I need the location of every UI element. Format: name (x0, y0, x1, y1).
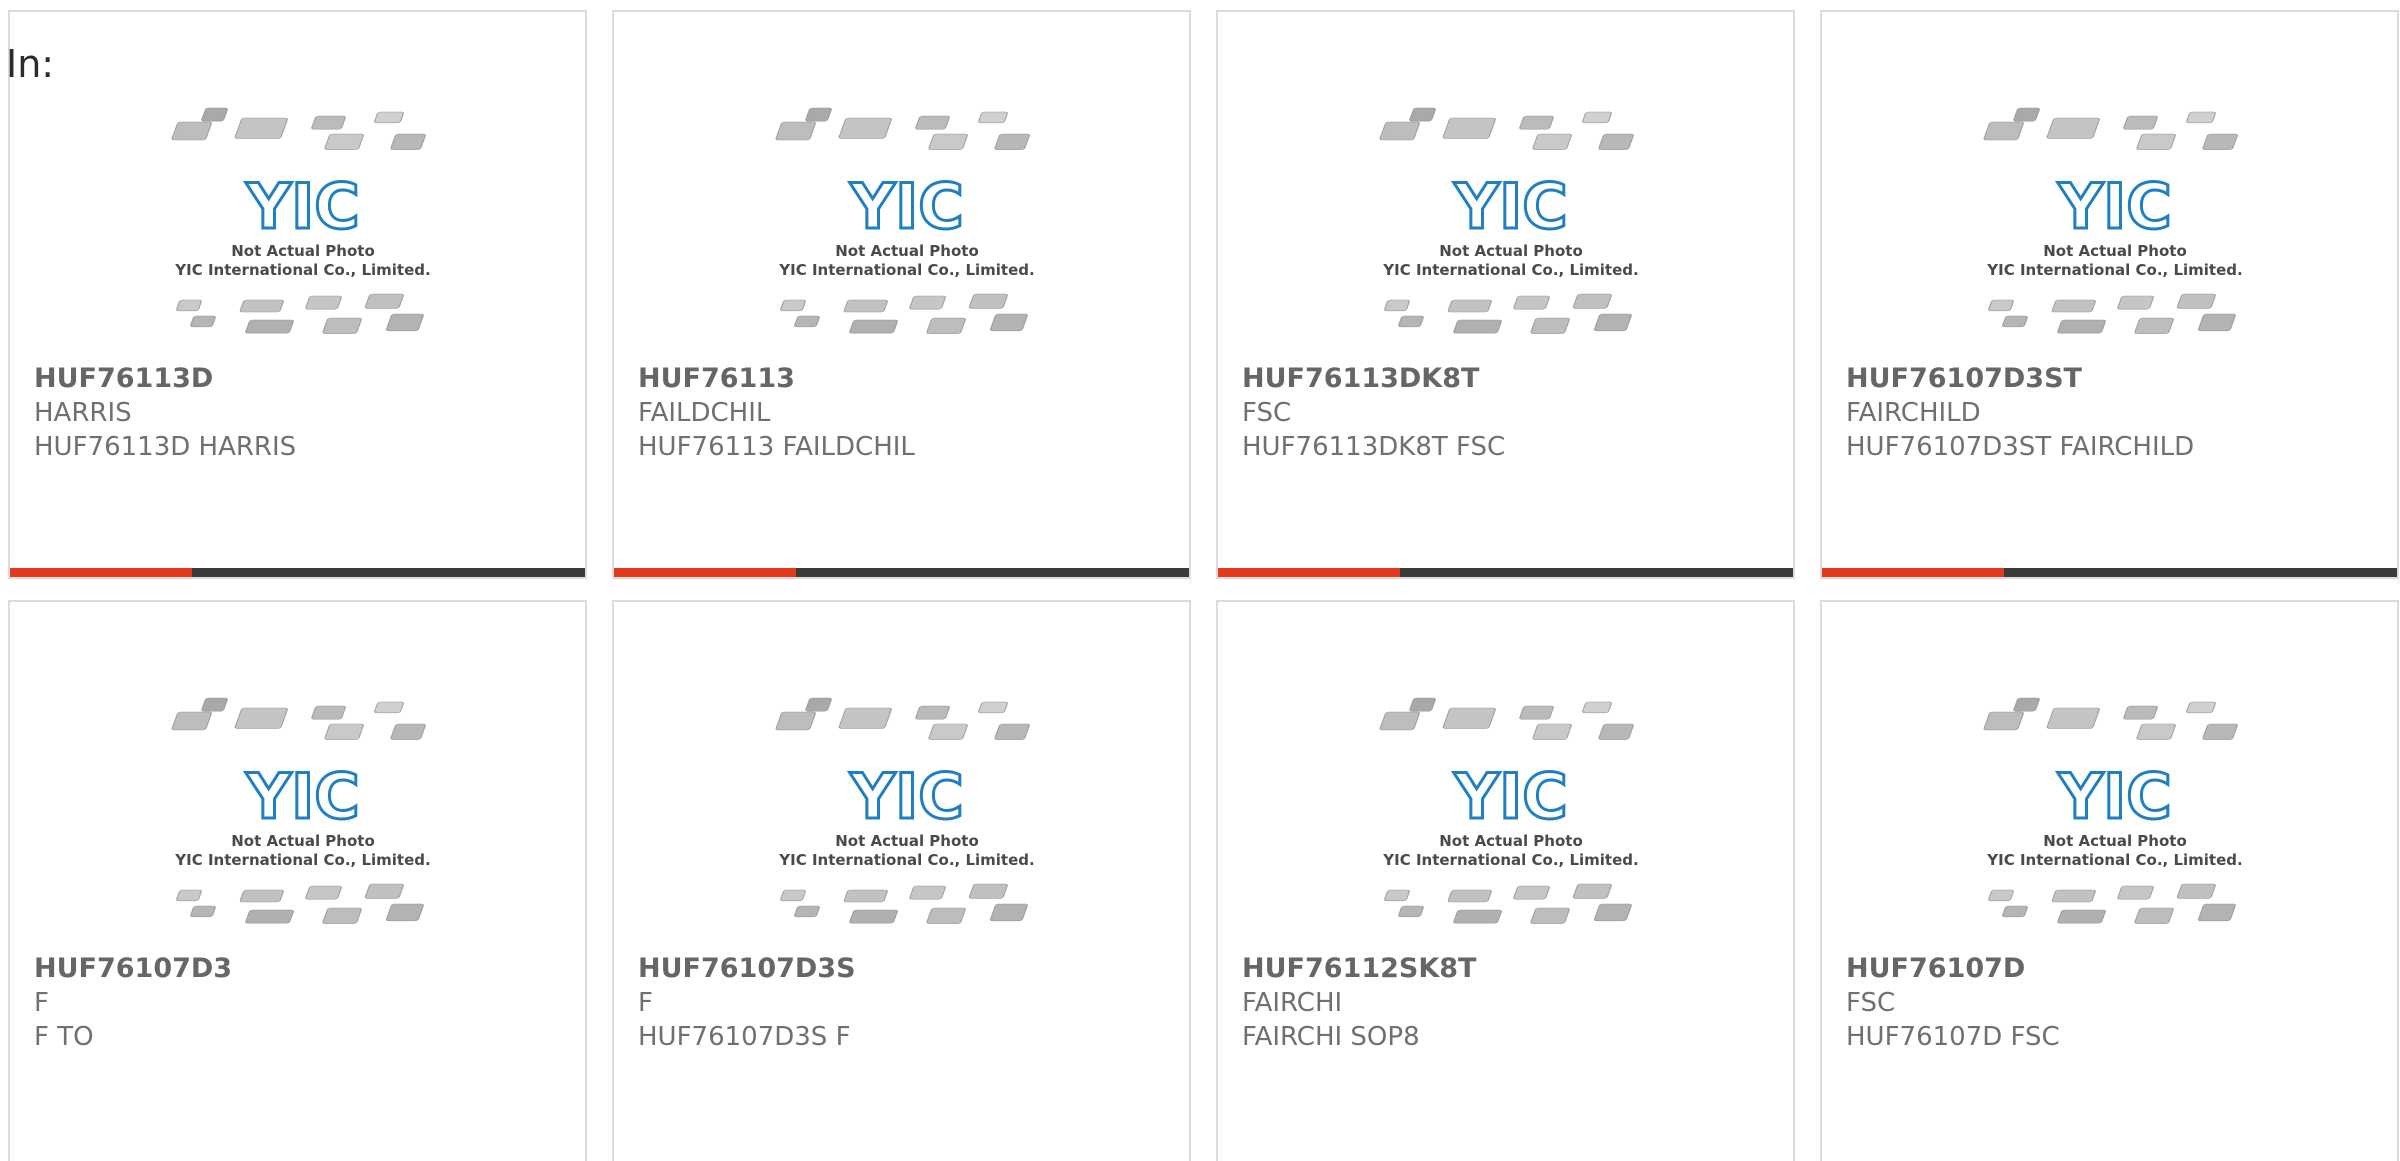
placeholder-graphic: YICNot Actual PhotoYIC International Co.… (1379, 107, 1639, 334)
placeholder-company: YIC International Co., Limited. (1986, 261, 2242, 279)
product-manufacturer: F (34, 988, 49, 1018)
product-manufacturer: FAIRCHI (1242, 988, 1343, 1018)
product-part-number[interactable]: HUF76107D3ST (1846, 362, 2376, 396)
placeholder-caption: Not Actual Photo (231, 242, 375, 260)
product-card[interactable]: YIC Not Actual Photo YIC International Co.… (1820, 600, 2399, 1161)
product-part-number[interactable]: HUF76107D (1846, 952, 2376, 986)
product-description: HUF76107D3ST FAIRCHILD (1846, 432, 2195, 462)
product-manufacturer: F (638, 988, 653, 1018)
product-placeholder-image[interactable]: YIC Not Actual Photo YIC International Co.… (1378, 104, 1644, 350)
product-manufacturer: FSC (1242, 398, 1292, 428)
product-description: HUF76107D FSC (1846, 1022, 2060, 1052)
product-placeholder-image[interactable]: YIC Not Actual Photo YIC International Co.… (1982, 104, 2248, 350)
placeholder-caption: Not Actual Photo (835, 832, 979, 850)
card-footer-bar (10, 568, 585, 577)
product-card[interactable]: YIC Not Actual Photo YIC International Co.… (1820, 10, 2399, 579)
placeholder-graphic: YICNot Actual PhotoYIC International Co.… (775, 697, 1035, 924)
yic-logo: YIC (2057, 170, 2171, 243)
card-footer-accent (1822, 568, 2004, 577)
card-footer-bar (614, 568, 1189, 577)
card-footer-accent (1218, 568, 1400, 577)
product-manufacturer: FAIRCHILD (1846, 398, 1981, 428)
product-manufacturer: FAILDCHIL (638, 398, 771, 428)
placeholder-caption: Not Actual Photo (2043, 832, 2187, 850)
product-card[interactable]: YIC Not Actual Photo YIC International Co.… (612, 10, 1191, 579)
product-part-number[interactable]: HUF76113 (638, 362, 1168, 396)
yic-logo: YIC (1453, 170, 1567, 243)
placeholder-caption: Not Actual Photo (231, 832, 375, 850)
product-manufacturer: FSC (1846, 988, 1896, 1018)
yic-logo: YIC (2057, 760, 2171, 833)
product-description: F TO (34, 1022, 94, 1052)
placeholder-company: YIC International Co., Limited. (174, 261, 430, 279)
product-card[interactable]: YIC Not Actual Photo YIC International Co.… (1216, 10, 1795, 579)
placeholder-caption: Not Actual Photo (1439, 832, 1583, 850)
yic-logo: YIC (245, 170, 359, 243)
product-placeholder-image[interactable]: YIC Not Actual Photo YIC International Co.… (1982, 694, 2248, 940)
product-placeholder-image[interactable]: YIC Not Actual Photo YIC International Co.… (170, 104, 436, 350)
product-description: HUF76107D3S F (638, 1022, 851, 1052)
product-placeholder-image[interactable]: YIC Not Actual Photo YIC International Co.… (1378, 694, 1644, 940)
placeholder-company: YIC International Co., Limited. (1382, 851, 1638, 869)
product-description: FAIRCHI SOP8 (1242, 1022, 1420, 1052)
yic-logo: YIC (245, 760, 359, 833)
placeholder-company: YIC International Co., Limited. (174, 851, 430, 869)
yic-logo: YIC (849, 170, 963, 243)
placeholder-caption: Not Actual Photo (1439, 242, 1583, 260)
placeholder-graphic: YICNot Actual PhotoYIC International Co.… (171, 697, 431, 924)
placeholder-graphic: YICNot Actual PhotoYIC International Co.… (1983, 697, 2243, 924)
yic-logo: YIC (1453, 760, 1567, 833)
card-footer-accent (614, 568, 796, 577)
product-part-number[interactable]: HUF76113DK8T (1242, 362, 1772, 396)
card-footer-bar (1822, 568, 2397, 577)
placeholder-graphic: YICNot Actual PhotoYIC International Co.… (1379, 697, 1639, 924)
product-grid-page: In: YIC Not Actual Photo YIC International… (0, 0, 2400, 1161)
product-part-number[interactable]: HUF76113D (34, 362, 564, 396)
product-description: HUF76113 FAILDCHIL (638, 432, 915, 462)
product-card[interactable]: YIC Not Actual Photo YIC International Co.… (8, 10, 587, 579)
yic-logo: YIC (849, 760, 963, 833)
product-card[interactable]: YIC Not Actual Photo YIC International Co.… (8, 600, 587, 1161)
placeholder-company: YIC International Co., Limited. (1382, 261, 1638, 279)
product-placeholder-image[interactable]: YIC Not Actual Photo YIC International Co.… (774, 104, 1040, 350)
placeholder-company: YIC International Co., Limited. (778, 261, 1034, 279)
product-part-number[interactable]: HUF76107D3S (638, 952, 1168, 986)
product-part-number[interactable]: HUF76107D3 (34, 952, 564, 986)
product-description: HUF76113D HARRIS (34, 432, 297, 462)
placeholder-graphic: YICNot Actual PhotoYIC International Co.… (775, 107, 1035, 334)
product-part-number[interactable]: HUF76112SK8T (1242, 952, 1772, 986)
in-label: In: (6, 42, 55, 86)
placeholder-graphic: YICNot Actual PhotoYIC International Co.… (171, 107, 431, 334)
placeholder-company: YIC International Co., Limited. (1986, 851, 2242, 869)
placeholder-graphic: YICNot Actual PhotoYIC International Co.… (1983, 107, 2243, 334)
placeholder-company: YIC International Co., Limited. (778, 851, 1034, 869)
card-footer-bar (1218, 568, 1793, 577)
product-placeholder-image[interactable]: YIC Not Actual Photo YIC International Co.… (774, 694, 1040, 940)
card-footer-accent (10, 568, 192, 577)
placeholder-caption: Not Actual Photo (835, 242, 979, 260)
product-description: HUF76113DK8T FSC (1242, 432, 1506, 462)
product-card[interactable]: YIC Not Actual Photo YIC International Co.… (1216, 600, 1795, 1161)
placeholder-caption: Not Actual Photo (2043, 242, 2187, 260)
product-manufacturer: HARRIS (34, 398, 132, 428)
product-card[interactable]: YIC Not Actual Photo YIC International Co.… (612, 600, 1191, 1161)
product-placeholder-image[interactable]: YIC Not Actual Photo YIC International Co.… (170, 694, 436, 940)
